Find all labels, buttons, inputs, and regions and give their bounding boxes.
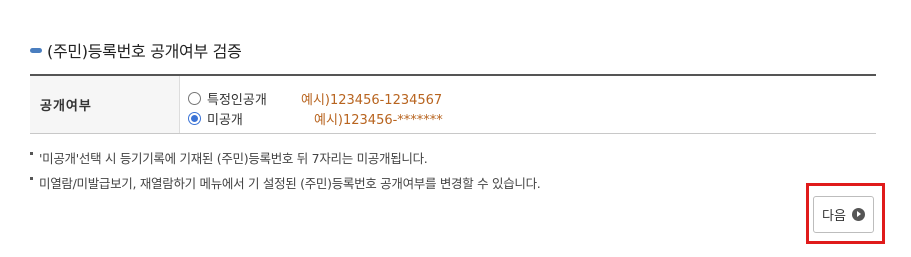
radio-specific-disclosure[interactable] <box>188 91 201 105</box>
notice-list: '미공개'선택 시 등기기록에 기재된 (주민)등록번호 뒤 7자리는 미공개됩… <box>30 145 541 195</box>
section-title: (주민)등록번호 공개여부 검증 <box>47 42 242 61</box>
field-label: 공개여부 <box>30 76 180 133</box>
option-label[interactable]: 미공개 <box>207 109 314 128</box>
field-options: 특정인공개 예시)123456-1234567 미공개 예시)123456-**… <box>180 76 876 133</box>
next-button-label[interactable]: 다음 <box>822 205 846 224</box>
option-specific-disclosure[interactable]: 특정인공개 예시)123456-1234567 <box>188 88 876 108</box>
notice-item: 미열람/미발급보기, 재열람하기 메뉴에서 기 설정된 (주민)등록번호 공개여… <box>30 170 541 195</box>
bullet-icon <box>30 177 33 180</box>
option-label[interactable]: 특정인공개 <box>207 89 301 108</box>
title-bar-icon <box>30 47 42 53</box>
section-header: (주민)등록번호 공개여부 검증 <box>30 38 242 62</box>
radio-non-disclosure[interactable] <box>188 111 201 125</box>
disclosure-form-table: 공개여부 특정인공개 예시)123456-1234567 미공개 예시)1234… <box>30 74 876 134</box>
bullet-icon <box>30 152 33 155</box>
next-button[interactable]: 다음 <box>813 196 874 233</box>
notice-text: '미공개'선택 시 등기기록에 기재된 (주민)등록번호 뒤 7자리는 미공개됩… <box>39 151 428 166</box>
option-example: 예시)123456-******* <box>314 112 443 128</box>
option-non-disclosure[interactable]: 미공개 예시)123456-******* <box>188 108 876 128</box>
notice-item: '미공개'선택 시 등기기록에 기재된 (주민)등록번호 뒤 7자리는 미공개됩… <box>30 145 540 170</box>
play-circle-icon[interactable] <box>851 208 865 221</box>
notice-text: 미열람/미발급보기, 재열람하기 메뉴에서 기 설정된 (주민)등록번호 공개여… <box>39 176 541 191</box>
option-example: 예시)123456-1234567 <box>301 92 443 108</box>
